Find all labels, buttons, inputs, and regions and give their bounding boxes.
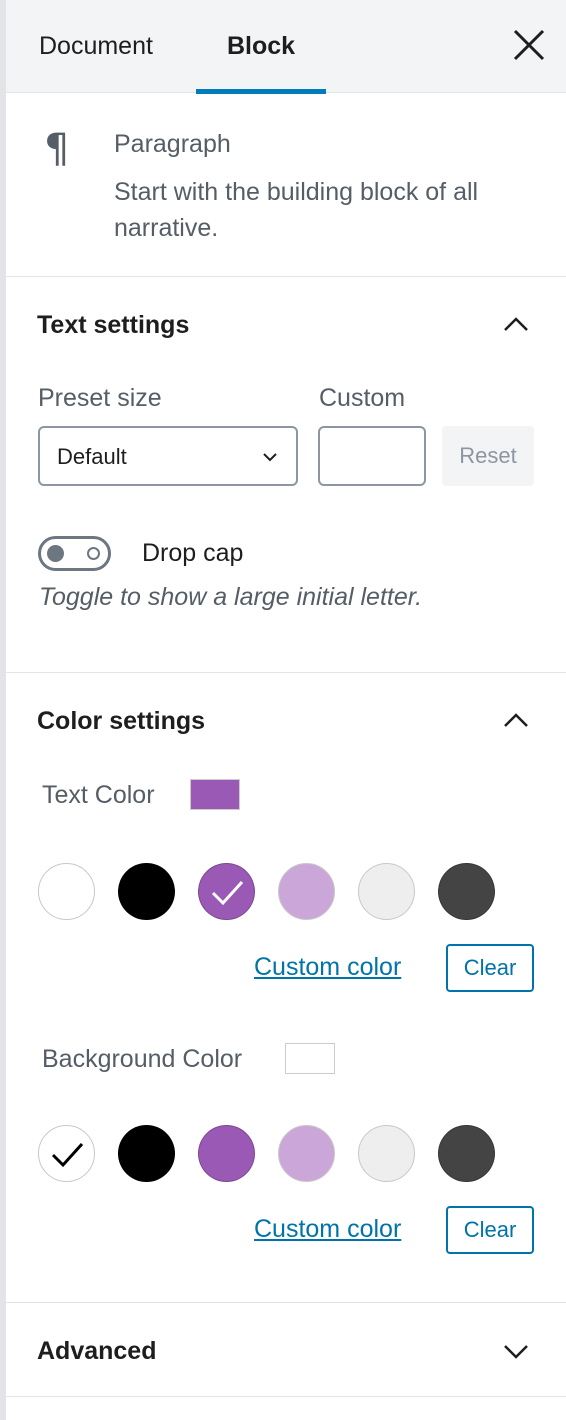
- chevron-down-icon[interactable]: [502, 1343, 530, 1361]
- background-color-indicator: [285, 1043, 335, 1074]
- text-settings-toggle[interactable]: Text settings: [37, 311, 189, 340]
- text-color-swatch[interactable]: [358, 863, 415, 920]
- close-button[interactable]: [510, 26, 548, 64]
- chevron-up-icon[interactable]: [502, 315, 530, 333]
- text-color-label: Text Color: [42, 781, 155, 809]
- advanced-panel: Advanced: [6, 1303, 566, 1397]
- checkmark-icon: [211, 880, 244, 906]
- block-title: Paragraph: [114, 130, 231, 158]
- background-color-swatch[interactable]: [38, 1125, 95, 1182]
- background-color-label: Background Color: [42, 1045, 243, 1073]
- background-custom-color-link[interactable]: Custom color: [254, 1215, 401, 1244]
- tab-document[interactable]: Document: [39, 0, 179, 93]
- drop-cap-help: Toggle to show a large initial letter.: [39, 583, 423, 611]
- toggle-off-indicator: [87, 547, 100, 560]
- sidebar-header: Document Block: [6, 0, 566, 94]
- text-settings-panel: Text settings Preset size Custom Default…: [6, 277, 566, 673]
- paragraph-icon: ¶: [44, 126, 70, 172]
- block-settings-sidebar: Document Block ¶ Paragraph Start with th…: [0, 0, 566, 1420]
- preset-size-value: Default: [57, 444, 127, 469]
- background-color-swatch[interactable]: [118, 1125, 175, 1182]
- text-color-swatch[interactable]: [438, 863, 495, 920]
- preset-size-label: Preset size: [38, 384, 162, 412]
- advanced-toggle[interactable]: Advanced: [37, 1337, 156, 1366]
- background-color-swatch[interactable]: [438, 1125, 495, 1182]
- toggle-knob: [47, 545, 64, 562]
- text-color-swatch[interactable]: [118, 863, 175, 920]
- text-color-swatch[interactable]: [198, 863, 255, 920]
- background-color-swatch[interactable]: [358, 1125, 415, 1182]
- color-settings-toggle[interactable]: Color settings: [37, 707, 205, 736]
- custom-size-label: Custom: [319, 384, 406, 412]
- drop-cap-toggle[interactable]: [38, 536, 111, 571]
- text-color-swatch[interactable]: [38, 863, 95, 920]
- background-color-clear-button[interactable]: Clear: [446, 1206, 534, 1254]
- background-color-swatch[interactable]: [198, 1125, 255, 1182]
- drop-cap-label: Drop cap: [142, 539, 244, 567]
- tab-block[interactable]: Block: [196, 0, 326, 94]
- background-color-swatch[interactable]: [278, 1125, 335, 1182]
- reset-button[interactable]: Reset: [442, 426, 534, 486]
- text-color-indicator: [190, 779, 240, 810]
- text-color-swatch[interactable]: [278, 863, 335, 920]
- close-icon: [513, 29, 545, 61]
- chevron-up-icon[interactable]: [502, 711, 530, 729]
- chevron-down-icon: [263, 453, 277, 462]
- checkmark-icon: [51, 1142, 84, 1168]
- custom-size-input[interactable]: [318, 426, 426, 486]
- block-description: Start with the building block of all nar…: [114, 178, 479, 242]
- text-color-clear-button[interactable]: Clear: [446, 944, 534, 992]
- preset-size-select[interactable]: Default: [38, 426, 298, 486]
- text-custom-color-link[interactable]: Custom color: [254, 953, 401, 982]
- color-settings-panel: Color settings Text Color Custom color C…: [6, 673, 566, 1303]
- block-card: ¶ Paragraph Start with the building bloc…: [6, 94, 566, 277]
